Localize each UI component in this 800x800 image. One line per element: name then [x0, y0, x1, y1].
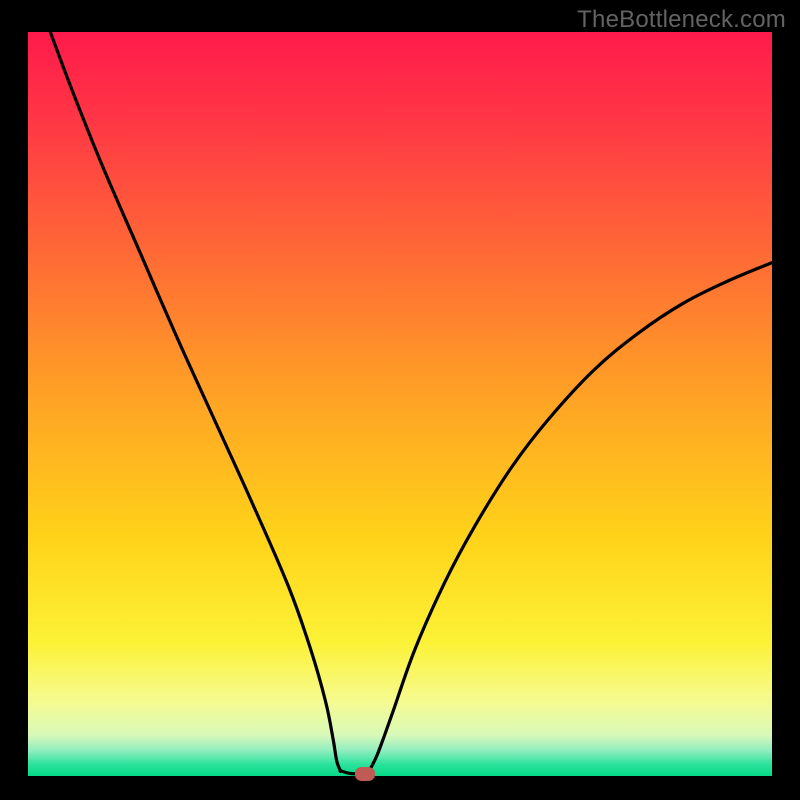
watermark-text: TheBottleneck.com: [577, 6, 786, 34]
chart-container: TheBottleneck.com: [0, 0, 800, 800]
chart-svg: [28, 32, 772, 776]
gradient-background: [28, 32, 772, 776]
plot-area: [28, 32, 772, 776]
optimum-marker: [355, 767, 375, 781]
